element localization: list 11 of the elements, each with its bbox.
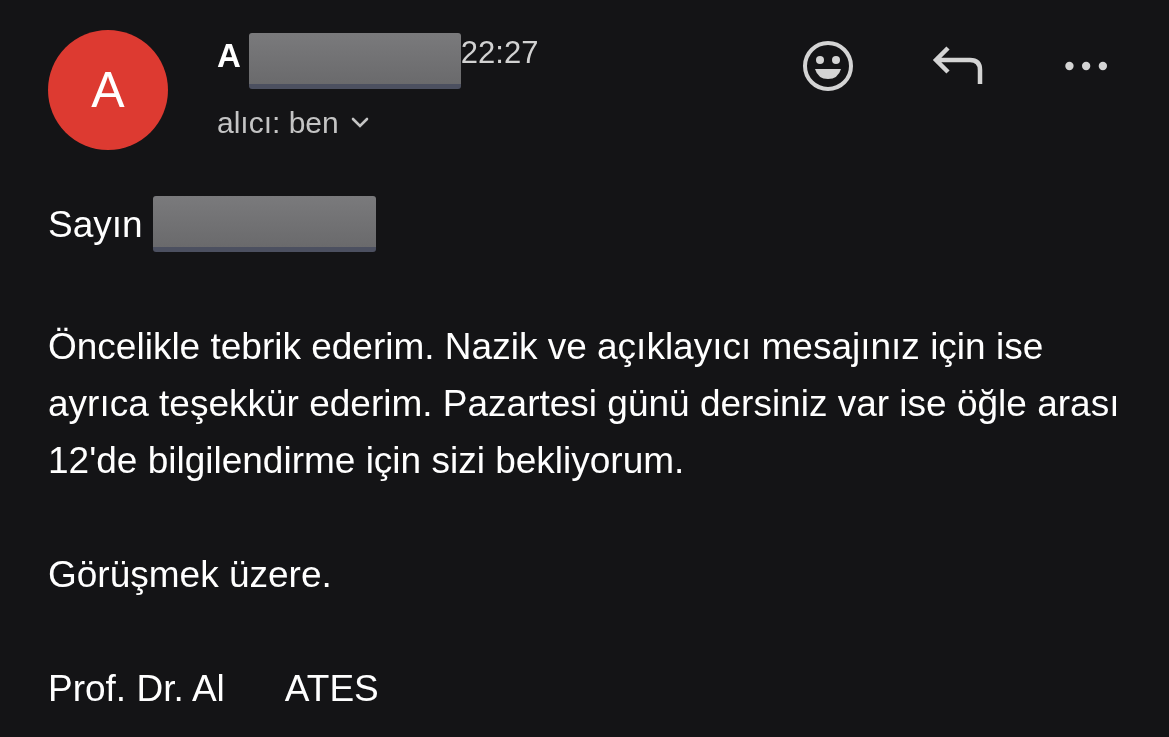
signature-text: ATES [284,667,379,711]
smiley-icon[interactable] [800,38,856,94]
avatar: A [48,30,168,150]
signature-text: Prof. Dr. Al [48,667,225,711]
sender-name: A [217,37,241,75]
time-label: 22:27 [460,35,539,71]
chevron-down-icon[interactable] [350,117,369,129]
message-paragraph: Görüşmek üzere. [48,553,333,597]
message-paragraph: Öncelikle tebrik ederim. Nazik ve açıklayıcı mesajınız için ise ayrıca teşekkür ederim. Pazartesi günü dersiniz var ise öğle arası 12'de bilgilendirme için sizi bekliyorum. [48,325,1121,483]
greeting-text: Sayın [48,202,143,247]
recipient-label: alıcı: ben [217,106,339,140]
